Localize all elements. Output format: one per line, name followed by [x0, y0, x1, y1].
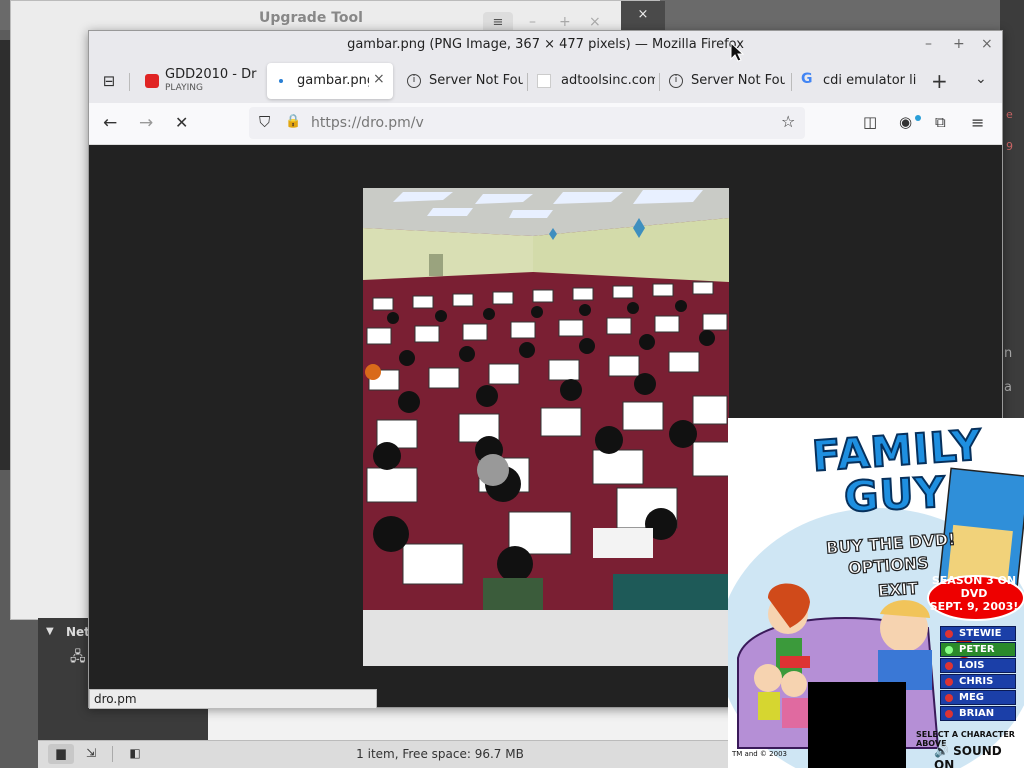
play-dot-icon	[945, 678, 953, 686]
family-guy-logo-bottom: GUY	[842, 466, 948, 522]
play-dot-icon	[945, 694, 953, 702]
info-icon: i	[407, 74, 421, 88]
character-button-meg[interactable]: MEG	[940, 690, 1016, 705]
tab-playing-label: PLAYING	[165, 83, 203, 93]
character-button-peter[interactable]: PETER	[940, 642, 1016, 657]
tab-gambar-png[interactable]: gambar.png ×	[267, 63, 393, 99]
lock-icon[interactable]: 🔒	[285, 114, 301, 129]
sound-toggle[interactable]: 🔊 SOUND ON	[934, 744, 1024, 768]
youtube-icon	[145, 74, 159, 88]
tab-server-not-found-1[interactable]: i Server Not Fou	[401, 63, 525, 99]
background-text-n: n	[1004, 346, 1013, 361]
upgrade-maximize-button[interactable]: +	[559, 14, 571, 30]
displayed-png-image[interactable]	[363, 188, 729, 666]
tab-bar: ⊟ GDD2010 - Dro PLAYING gambar.png × i S…	[89, 59, 1002, 103]
play-dot-icon	[945, 710, 953, 718]
mouse-pointer-icon	[730, 42, 744, 62]
url-text[interactable]: https://dro.pm/v	[311, 115, 424, 131]
background-text-e: e	[1006, 108, 1013, 121]
tab-separator	[791, 73, 792, 91]
upgrade-close-button[interactable]: ×	[589, 14, 601, 30]
character-button-chris[interactable]: CHRIS	[940, 674, 1016, 689]
close-window-button[interactable]: ×	[981, 36, 993, 52]
character-label: PETER	[959, 644, 995, 655]
tab-gdd2010[interactable]: GDD2010 - Dro PLAYING	[135, 63, 263, 99]
status-link-tooltip: dro.pm	[89, 689, 377, 709]
character-label: STEWIE	[959, 628, 1002, 639]
season-line-2: SEPT. 9, 2003!	[929, 600, 1019, 613]
account-notification-dot	[915, 115, 921, 121]
maximize-button[interactable]: +	[953, 36, 965, 52]
tab-server-not-found-2[interactable]: i Server Not Fou	[663, 63, 787, 99]
bookmark-star-icon[interactable]: ☆	[781, 112, 795, 131]
character-button-brian[interactable]: BRIAN	[940, 706, 1016, 721]
stop-loading-button[interactable]: ✕	[175, 113, 188, 132]
tab-cdi-emulator[interactable]: G cdi emulator lin	[795, 63, 919, 99]
network-icon[interactable]: 🖧	[70, 646, 86, 670]
back-button[interactable]: ←	[103, 113, 117, 133]
minimize-button[interactable]: –	[925, 36, 932, 52]
tab-close-icon[interactable]: ×	[373, 71, 385, 87]
statusbar-divider	[112, 746, 113, 762]
play-dot-icon	[945, 662, 953, 670]
extensions-puzzle-icon[interactable]: ⧉	[935, 113, 946, 131]
forward-button[interactable]: →	[139, 113, 153, 133]
file-manager-status-text: 1 item, Free space: 96.7 MB	[356, 747, 524, 761]
tree-view-button[interactable]: ⇲	[78, 744, 104, 764]
season-release-badge: SEASON 3 ON DVD SEPT. 9, 2003!	[926, 574, 1022, 613]
network-section-label[interactable]: Net	[66, 625, 90, 639]
places-view-button[interactable]: ▆	[48, 744, 74, 764]
family-guy-dvd-ad[interactable]: FAMILY GUY BUY THE DVD! OPTIONS EXIT SEA…	[728, 418, 1024, 768]
firefox-titlebar[interactable]: gambar.png (PNG Image, 367 × 477 pixels)…	[89, 31, 1002, 59]
character-label: LOIS	[959, 660, 985, 671]
tab-label: Server Not Fou	[429, 73, 523, 88]
tab-separator	[527, 73, 528, 91]
play-dot-icon	[945, 630, 953, 638]
tab-label: adtoolsinc.com	[561, 73, 655, 88]
background-window-close-button[interactable]: ×	[621, 1, 665, 31]
character-label: BRIAN	[959, 708, 995, 719]
url-bar[interactable]: ⛉ 🔒 https://dro.pm/v ☆	[249, 107, 805, 139]
tab-label: gambar.png	[297, 73, 369, 88]
season-line-1: SEASON 3 ON DVD	[931, 574, 1017, 600]
tab-label: GDD2010 - Dro	[165, 67, 257, 82]
tab-separator	[129, 73, 130, 91]
character-button-lois[interactable]: LOIS	[940, 658, 1016, 673]
blank-page-icon	[537, 74, 551, 88]
background-terminal-strip	[0, 40, 10, 470]
character-button-stewie[interactable]: STEWIE	[940, 626, 1016, 641]
character-label: MEG	[959, 692, 984, 703]
network-expand-arrow-icon[interactable]: ▼	[46, 626, 54, 637]
tab-separator	[659, 73, 660, 91]
info-icon: i	[669, 74, 683, 88]
ad-copyright: TM and © 2003	[732, 750, 787, 758]
google-icon: G	[801, 71, 813, 87]
office-cubicles-image	[363, 188, 729, 610]
pocket-icon[interactable]: ◫	[863, 113, 877, 131]
exit-link[interactable]: EXIT	[877, 578, 920, 601]
speaker-icon: 🔊	[934, 744, 954, 758]
tracking-protection-shield-icon[interactable]: ⛉	[259, 113, 270, 131]
tab-label: Server Not Fou	[691, 73, 785, 88]
file-manager-content	[208, 708, 728, 740]
background-text-a: a	[1004, 380, 1012, 395]
peter-video-thumbnail[interactable]	[808, 682, 906, 768]
upgrade-minimize-button[interactable]: –	[529, 14, 536, 30]
background-text-9: 9	[1006, 140, 1013, 153]
navigation-toolbar: ← → ✕ ⛉ 🔒 https://dro.pm/v ☆ ◫ ◉ ⧉ ≡	[89, 103, 1002, 145]
play-dot-icon	[945, 646, 953, 654]
tab-list-button[interactable]: ⊟	[97, 69, 121, 93]
toggle-sidebar-button[interactable]: ◧	[122, 744, 148, 764]
character-label: CHRIS	[959, 676, 994, 687]
loading-dot-icon	[279, 79, 283, 83]
list-all-tabs-chevron-icon[interactable]: ⌄	[975, 71, 987, 87]
tab-label: cdi emulator lin	[823, 73, 917, 88]
account-icon[interactable]: ◉	[899, 113, 912, 131]
hamburger-menu-icon[interactable]: ≡	[971, 113, 984, 132]
window-title: gambar.png (PNG Image, 367 × 477 pixels)…	[347, 37, 744, 52]
tab-adtoolsinc[interactable]: adtoolsinc.com	[531, 63, 657, 99]
new-tab-button[interactable]: +	[931, 69, 948, 93]
